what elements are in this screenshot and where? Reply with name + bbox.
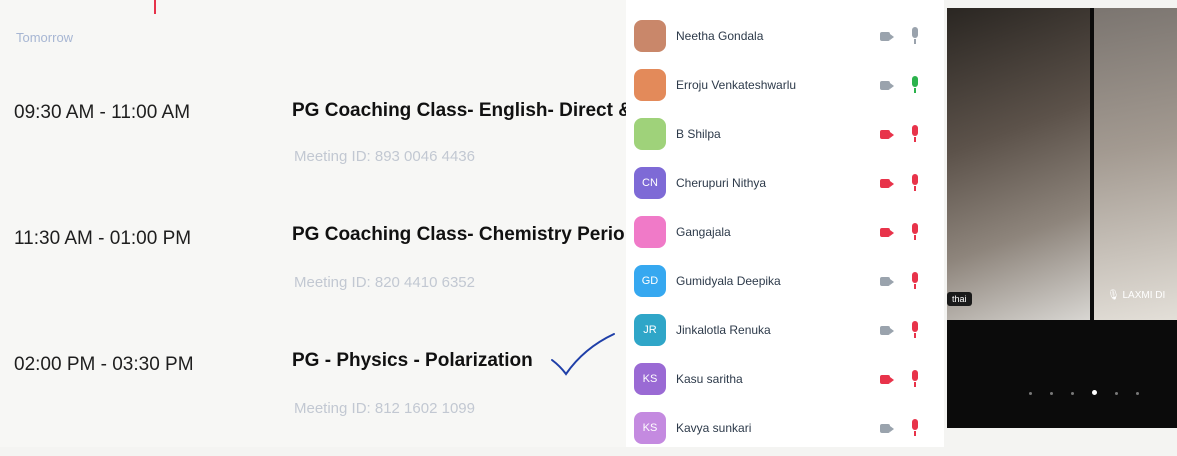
camera-icon[interactable] (880, 179, 894, 188)
participant-name-tag: thai (947, 292, 972, 306)
participant-row[interactable]: JR Jinkalotla Renuka (626, 310, 944, 358)
avatar: JR (634, 314, 666, 346)
page-dot[interactable] (1071, 392, 1074, 395)
microphone-icon[interactable] (912, 419, 918, 437)
avatar (634, 118, 666, 150)
microphone-icon[interactable] (912, 27, 918, 45)
microphone-icon[interactable] (912, 370, 918, 388)
participant-row[interactable]: KS Kavya sunkari (626, 408, 944, 456)
microphone-icon[interactable] (912, 321, 918, 339)
camera-icon[interactable] (880, 375, 894, 384)
microphone-icon[interactable] (912, 125, 918, 143)
camera-icon[interactable] (880, 228, 894, 237)
microphone-icon[interactable] (912, 272, 918, 290)
avatar (634, 69, 666, 101)
participant-row[interactable]: Erroju Venkateshwarlu (626, 65, 944, 113)
camera-icon[interactable] (880, 277, 894, 286)
camera-icon[interactable] (880, 32, 894, 41)
meeting-id: Meeting ID: 820 4410 6352 (294, 274, 475, 291)
avatar: KS (634, 412, 666, 444)
participants-panel: Neetha Gondala Erroju Venkateshwarlu B Shi… (626, 0, 944, 447)
avatar: CN (634, 167, 666, 199)
participant-row[interactable]: B Shilpa (626, 114, 944, 162)
participant-name: Gumidyala Deepika (676, 274, 781, 288)
participant-row[interactable]: CN Cherupuri Nithya (626, 163, 944, 211)
participant-name: Erroju Venkateshwarlu (676, 78, 797, 92)
participant-name: Kavya sunkari (676, 421, 752, 435)
video-tile[interactable]: thai (947, 8, 1090, 320)
page-dot[interactable] (1115, 392, 1118, 395)
meeting-id: Meeting ID: 893 0046 4436 (294, 148, 475, 165)
participant-name: B Shilpa (676, 127, 721, 141)
avatar (634, 20, 666, 52)
participant-row[interactable]: KS Kasu saritha (626, 359, 944, 407)
page-dot[interactable] (1050, 392, 1053, 395)
page-dot[interactable] (1029, 392, 1032, 395)
page-dot[interactable] (1092, 390, 1097, 395)
video-area[interactable]: thai 🎙 LAXMI DI (947, 8, 1177, 428)
microphone-icon[interactable] (912, 174, 918, 192)
page-indicator[interactable] (1029, 382, 1157, 400)
camera-icon[interactable] (880, 326, 894, 335)
participant-name: Jinkalotla Renuka (676, 323, 771, 337)
camera-icon[interactable] (880, 81, 894, 90)
text-cursor (154, 0, 156, 14)
participant-row[interactable]: GD Gumidyala Deepika (626, 261, 944, 309)
participant-name: Neetha Gondala (676, 29, 764, 43)
participant-name: Kasu saritha (676, 372, 743, 386)
participant-name-tag: 🎙 LAXMI DI (1107, 290, 1166, 301)
microphone-icon[interactable] (912, 76, 918, 94)
meeting-schedule: Tomorrow 09:30 AM - 11:00 AM PG Coaching… (0, 0, 640, 447)
meeting-title[interactable]: PG Coaching Class- English- Direct & (292, 100, 637, 122)
participant-name: Gangajala (676, 225, 731, 239)
camera-icon[interactable] (880, 130, 894, 139)
avatar: GD (634, 265, 666, 297)
microphone-icon[interactable] (912, 223, 918, 241)
meeting-id: Meeting ID: 812 1602 1099 (294, 400, 475, 417)
participant-row[interactable]: Gangajala (626, 212, 944, 260)
participant-name: Cherupuri Nithya (676, 176, 767, 190)
day-label: Tomorrow (16, 30, 74, 45)
mic-icon: 🎙 (1107, 290, 1120, 301)
avatar: KS (634, 363, 666, 395)
checkmark-icon (551, 333, 615, 376)
meeting-time: 02:00 PM - 03:30 PM (14, 354, 194, 375)
avatar (634, 216, 666, 248)
meeting-time: 11:30 AM - 01:00 PM (14, 228, 192, 249)
meeting-title[interactable]: PG Coaching Class- Chemistry Perio (292, 224, 637, 246)
participant-row[interactable]: Neetha Gondala (626, 16, 944, 64)
video-tile[interactable] (1094, 8, 1177, 320)
page-dot[interactable] (1136, 392, 1139, 395)
meeting-time: 09:30 AM - 11:00 AM (14, 102, 191, 123)
camera-icon[interactable] (880, 424, 894, 433)
